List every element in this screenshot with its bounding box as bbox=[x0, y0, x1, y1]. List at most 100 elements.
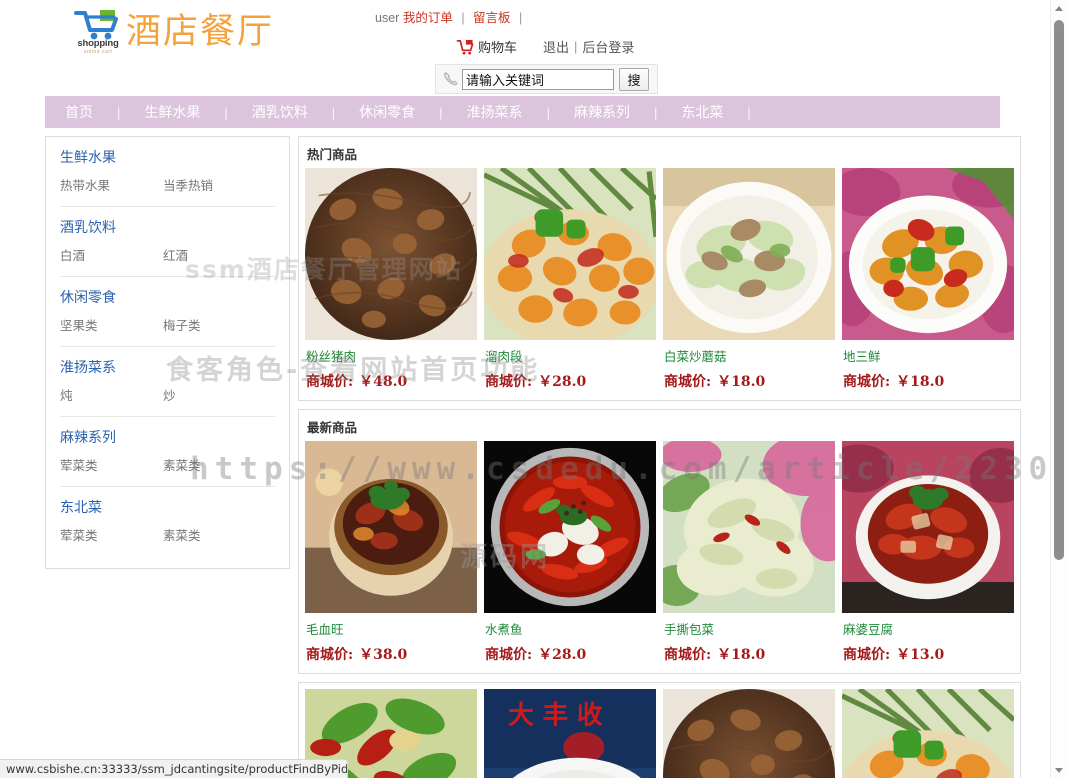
product-price: 商城价: ￥13.0 bbox=[842, 640, 1014, 666]
nav-item-huaiyang[interactable]: 淮扬菜系 bbox=[467, 102, 523, 122]
logout-link[interactable]: 退出 bbox=[543, 37, 569, 56]
sidebar-category-title-5[interactable]: 东北菜 bbox=[60, 489, 275, 523]
price-label: 商城价: bbox=[485, 374, 533, 390]
product-image-boiled-fish-chili[interactable] bbox=[484, 441, 656, 613]
price-amount: ￥18.0 bbox=[717, 374, 766, 390]
nav-item-snacks[interactable]: 休闲零食 bbox=[359, 102, 415, 122]
sidebar-sub-3-left[interactable]: 炖 bbox=[60, 385, 163, 404]
product-image-hand-torn-cabbage[interactable] bbox=[663, 441, 835, 613]
sidebar-category-title-0[interactable]: 生鲜水果 bbox=[60, 143, 275, 173]
sidebar-sub-2-left[interactable]: 坚果类 bbox=[60, 315, 163, 334]
product-card[interactable] bbox=[663, 689, 835, 778]
logo-subtext: shopping bbox=[77, 38, 119, 49]
product-name[interactable]: 麻婆豆腐 bbox=[842, 613, 1014, 640]
sidebar-sub-5-right[interactable]: 素菜类 bbox=[163, 525, 201, 544]
my-orders-link[interactable]: 我的订单 bbox=[403, 11, 453, 25]
product-price: 商城价: ￥28.0 bbox=[484, 640, 656, 666]
product-card[interactable]: 水煮鱼 商城价: ￥28.0 bbox=[484, 441, 656, 666]
site-logo[interactable]: shopping online cart 酒店餐厅 bbox=[70, 6, 274, 60]
nav-item-home[interactable]: 首页 bbox=[65, 102, 93, 122]
product-card[interactable]: 大丰收 bbox=[484, 689, 656, 778]
product-image-braised-pork-with-vermicelli[interactable] bbox=[305, 168, 477, 340]
product-card[interactable]: 地三鲜 商城价: ￥18.0 bbox=[842, 168, 1014, 393]
search-box: 搜 bbox=[435, 64, 658, 94]
sidebar-category-title-4[interactable]: 麻辣系列 bbox=[60, 419, 275, 453]
product-name[interactable]: 地三鲜 bbox=[842, 340, 1014, 367]
nav-separator: | bbox=[546, 104, 550, 120]
product-card[interactable]: 毛血旺 商城价: ￥38.0 bbox=[305, 441, 477, 666]
message-board-link[interactable]: 留言板 bbox=[473, 11, 511, 25]
product-card[interactable]: 手撕包菜 商城价: ￥18.0 bbox=[663, 441, 835, 666]
sidebar-sub-5-left[interactable]: 荤菜类 bbox=[60, 525, 163, 544]
price-amount: ￥18.0 bbox=[717, 647, 766, 663]
page-viewport: shopping online cart 酒店餐厅 user 我的订单 | 留言… bbox=[0, 0, 1050, 778]
separator-2: | bbox=[519, 11, 523, 25]
product-name[interactable]: 毛血旺 bbox=[305, 613, 477, 640]
phone-icon bbox=[442, 70, 460, 88]
price-label: 商城价: bbox=[306, 647, 354, 663]
price-amount: ￥28.0 bbox=[538, 374, 587, 390]
sidebar-category-title-2[interactable]: 休闲零食 bbox=[60, 279, 275, 313]
nav-item-spicy[interactable]: 麻辣系列 bbox=[574, 102, 630, 122]
sidebar-sub-1-left[interactable]: 白酒 bbox=[60, 245, 163, 264]
sidebar-category-title-3[interactable]: 淮扬菜系 bbox=[60, 349, 275, 383]
product-card[interactable]: 麻婆豆腐 商城价: ￥13.0 bbox=[842, 441, 1014, 666]
product-image-mao-xue-wang[interactable] bbox=[305, 441, 477, 613]
price-label: 商城价: bbox=[843, 647, 891, 663]
product-name[interactable]: 水煮鱼 bbox=[484, 613, 656, 640]
nav-item-fresh-fruit[interactable]: 生鲜水果 bbox=[144, 102, 200, 122]
cart-icon bbox=[455, 39, 474, 55]
sidebar-category-title-1[interactable]: 酒乳饮料 bbox=[60, 209, 275, 243]
product-image-cabbage-fried-mushroom[interactable] bbox=[663, 168, 835, 340]
sidebar-subrow-2: 坚果类 梅子类 bbox=[60, 313, 275, 347]
section-new-products: 最新商品 毛血旺 商城价: ￥38.0 水煮鱼 商城价: ￥28.0 手撕包菜 … bbox=[298, 409, 1021, 674]
cart-link[interactable]: 购物车 bbox=[478, 37, 517, 56]
price-amount: ￥48.0 bbox=[359, 374, 408, 390]
product-price: 商城价: ￥28.0 bbox=[484, 367, 656, 393]
price-label: 商城价: bbox=[664, 374, 712, 390]
price-label: 商城价: bbox=[485, 647, 533, 663]
vertical-scrollbar[interactable] bbox=[1050, 0, 1066, 778]
product-card[interactable]: 粉丝猪肉 商城价: ￥48.0 bbox=[305, 168, 477, 393]
sidebar-sub-0-left[interactable]: 热带水果 bbox=[60, 175, 163, 194]
section-more-products: 大丰收 bbox=[298, 682, 1021, 778]
sidebar-sub-0-right[interactable]: 当季热销 bbox=[163, 175, 213, 194]
scroll-up-arrow-icon[interactable] bbox=[1051, 0, 1066, 16]
product-name[interactable]: 手撕包菜 bbox=[663, 613, 835, 640]
product-card[interactable]: 白菜炒蘑菇 商城价: ￥18.0 bbox=[663, 168, 835, 393]
search-input[interactable] bbox=[462, 68, 614, 90]
product-image-di-san-xian[interactable] bbox=[842, 168, 1014, 340]
admin-login-link[interactable]: 后台登录 bbox=[582, 37, 634, 56]
scroll-down-arrow-icon[interactable] bbox=[1051, 762, 1066, 778]
sidebar-subrow-1: 白酒 红酒 bbox=[60, 243, 275, 277]
nav-item-northeast[interactable]: 东北菜 bbox=[681, 102, 723, 122]
product-name[interactable]: 粉丝猪肉 bbox=[305, 340, 477, 367]
sidebar-sub-3-right[interactable]: 炒 bbox=[163, 385, 176, 404]
product-grid: 粉丝猪肉 商城价: ￥48.0 溜肉段 商城价: ￥28.0 白菜炒蘑菇 商城价… bbox=[305, 168, 1014, 393]
sidebar-subrow-3: 炖 炒 bbox=[60, 383, 275, 417]
product-image-braised-pork-with-vermicelli[interactable] bbox=[663, 689, 835, 778]
product-card[interactable]: 溜肉段 商城价: ￥28.0 bbox=[484, 168, 656, 393]
svg-text:收: 收 bbox=[577, 700, 603, 730]
product-price: 商城价: ￥18.0 bbox=[663, 640, 835, 666]
shopping-cart-logo-icon: shopping online cart bbox=[70, 8, 126, 60]
product-card[interactable] bbox=[842, 689, 1014, 778]
product-name[interactable]: 溜肉段 bbox=[484, 340, 656, 367]
search-button[interactable]: 搜 bbox=[619, 67, 649, 91]
nav-item-drinks[interactable]: 酒乳饮料 bbox=[252, 102, 308, 122]
product-image-mapo-tofu[interactable] bbox=[842, 441, 1014, 613]
product-image-sweet-sour-pork-strips[interactable] bbox=[842, 689, 1014, 778]
sidebar-sub-1-right[interactable]: 红酒 bbox=[163, 245, 188, 264]
product-image-da-feng-shou[interactable]: 大丰收 bbox=[484, 689, 656, 778]
main-navigation: 首页 | 生鲜水果 | 酒乳饮料 | 休闲零食 | 淮扬菜系 | 麻辣系列 | … bbox=[45, 96, 1000, 128]
product-image-sweet-sour-pork-strips[interactable] bbox=[484, 168, 656, 340]
sidebar-sub-4-right[interactable]: 素菜类 bbox=[163, 455, 201, 474]
product-grid: 大丰收 bbox=[305, 689, 1014, 778]
price-label: 商城价: bbox=[664, 647, 712, 663]
content-columns: 生鲜水果 热带水果 当季热销 酒乳饮料 白酒 红酒 休闲零食 坚果类 梅子类 淮… bbox=[45, 136, 1021, 778]
sidebar-sub-4-left[interactable]: 荤菜类 bbox=[60, 455, 163, 474]
browser-page: shopping online cart 酒店餐厅 user 我的订单 | 留言… bbox=[0, 0, 1066, 778]
scrollbar-thumb[interactable] bbox=[1054, 20, 1064, 560]
product-name[interactable]: 白菜炒蘑菇 bbox=[663, 340, 835, 367]
sidebar-sub-2-right[interactable]: 梅子类 bbox=[163, 315, 201, 334]
